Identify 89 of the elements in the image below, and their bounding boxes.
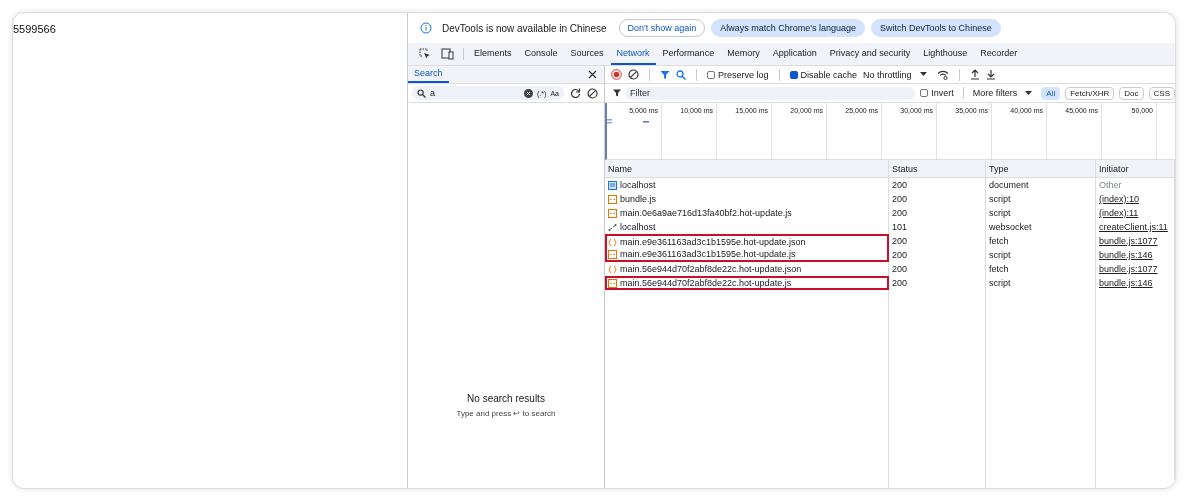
document-icon — [608, 180, 617, 190]
empty-title: No search results — [467, 393, 545, 404]
wifi-settings-icon[interactable] — [936, 69, 949, 80]
page-text: 5599566 — [13, 23, 56, 35]
infobar-button[interactable]: Switch DevTools to Chinese — [871, 19, 1001, 37]
empty-hint: Type and press ↩ to search — [456, 409, 556, 418]
column-header[interactable]: Type — [986, 160, 1096, 178]
initiator-cell: Other — [1096, 178, 1175, 192]
braces-icon — [608, 264, 617, 274]
caret-icon — [1025, 90, 1033, 96]
search-icon[interactable] — [676, 69, 686, 80]
initiator-link[interactable]: bundle.js:146 — [1096, 276, 1175, 290]
initiator-link[interactable]: bundle.js:146 — [1096, 248, 1175, 262]
request-name-cell[interactable]: main.56e944d70f2abf8de22c.hot-update.json — [605, 262, 889, 276]
request-name-cell[interactable]: main.56e944d70f2abf8de22c.hot-update.js — [605, 276, 889, 290]
type-filter-chip[interactable]: Fetch/XHR — [1065, 86, 1115, 100]
panel-tab[interactable]: Recorder — [974, 43, 1024, 65]
panel-tab[interactable]: Privacy and security — [823, 43, 917, 65]
preserve-log-checkbox[interactable]: Preserve log — [707, 69, 769, 80]
inspect-icon[interactable] — [419, 48, 431, 60]
type-cell: fetch — [986, 262, 1096, 276]
panel-tab[interactable]: Network — [610, 43, 656, 65]
panel-tab[interactable]: Lighthouse — [917, 43, 974, 65]
script-icon — [608, 208, 617, 218]
type-filter-chip[interactable]: All — [1041, 86, 1061, 100]
request-name-cell[interactable]: main.e9e361163ad3c1b1595e.hot-update.js — [605, 248, 889, 262]
upload-icon[interactable] — [969, 69, 980, 80]
initiator-link[interactable]: (index):11 — [1096, 206, 1175, 220]
panel-tab[interactable]: Elements — [468, 43, 518, 65]
panel-tab[interactable]: Application — [766, 43, 823, 65]
disable-cache-checkbox[interactable]: Disable cache — [789, 69, 858, 80]
filter-field[interactable]: Filter — [625, 86, 916, 100]
initiator-link[interactable]: (index):10 — [1096, 192, 1175, 206]
request-name-cell[interactable]: main.0e6a9ae716d13fa40bf2.hot-update.js — [605, 206, 889, 220]
type-cell: websocket — [986, 220, 1096, 234]
infobar-button[interactable]: Always match Chrome's language — [711, 19, 866, 37]
caret-icon — [919, 72, 927, 77]
socket-arrows-icon — [608, 222, 617, 232]
type-cell: script — [986, 276, 1096, 290]
clear-results-icon[interactable] — [587, 87, 598, 99]
info-icon — [420, 22, 432, 34]
type-filter-chip[interactable]: CSS — [1148, 86, 1175, 100]
type-filter-chip[interactable]: Doc — [1119, 86, 1144, 100]
search-icon — [417, 88, 426, 98]
panel-tab[interactable]: Performance — [656, 43, 721, 65]
request-name-cell[interactable]: bundle.js — [605, 192, 889, 206]
clear-icon[interactable] — [628, 69, 639, 80]
invert-checkbox[interactable]: Invert — [920, 88, 954, 98]
status-cell: 200 — [889, 206, 986, 220]
status-cell: 200 — [889, 234, 986, 248]
request-name-cell[interactable]: localhost — [605, 220, 889, 234]
status-cell: 200 — [889, 248, 986, 262]
braces-icon — [608, 237, 617, 247]
status-cell: 200 — [889, 178, 986, 192]
type-cell: script — [986, 248, 1096, 262]
download-icon[interactable] — [985, 69, 996, 80]
panel-tab[interactable]: Memory — [721, 43, 766, 65]
script-icon — [608, 194, 617, 204]
status-cell: 200 — [889, 192, 986, 206]
record-icon[interactable] — [611, 69, 622, 80]
more-filters-dropdown[interactable]: More filters — [972, 88, 1033, 98]
device-icon[interactable] — [441, 48, 454, 60]
panel-tab[interactable]: Console — [518, 43, 564, 65]
clear-icon[interactable] — [524, 88, 534, 98]
request-name-cell[interactable]: localhost — [605, 178, 889, 192]
status-cell: 101 — [889, 220, 986, 234]
infobar-message: DevTools is now available in Chinese — [442, 22, 607, 34]
close-icon[interactable] — [588, 70, 597, 79]
script-icon — [608, 249, 617, 259]
filter-icon[interactable] — [660, 69, 670, 80]
type-cell: script — [986, 206, 1096, 220]
type-cell: script — [986, 192, 1096, 206]
column-header[interactable]: Name — [605, 160, 889, 178]
throttling-dropdown[interactable]: No throttling — [863, 69, 927, 80]
refresh-icon[interactable] — [570, 87, 581, 99]
status-cell: 200 — [889, 276, 986, 290]
panel-tab[interactable]: Sources — [564, 43, 610, 65]
script-icon — [608, 278, 617, 288]
infobar-button[interactable]: Don't show again — [618, 19, 706, 37]
status-cell: 200 — [889, 262, 986, 276]
type-cell: fetch — [986, 234, 1096, 248]
type-cell: document — [986, 178, 1096, 192]
initiator-link[interactable]: bundle.js:1077 — [1096, 234, 1175, 248]
initiator-link[interactable]: bundle.js:1077 — [1096, 262, 1175, 276]
column-header[interactable]: Initiator — [1096, 160, 1175, 178]
initiator-link[interactable]: createClient.js:11 — [1096, 220, 1175, 234]
request-name-cell[interactable]: main.e9e361163ad3c1b1595e.hot-update.json — [605, 234, 889, 248]
filter-icon — [613, 89, 621, 97]
column-header[interactable]: Status — [889, 160, 986, 178]
